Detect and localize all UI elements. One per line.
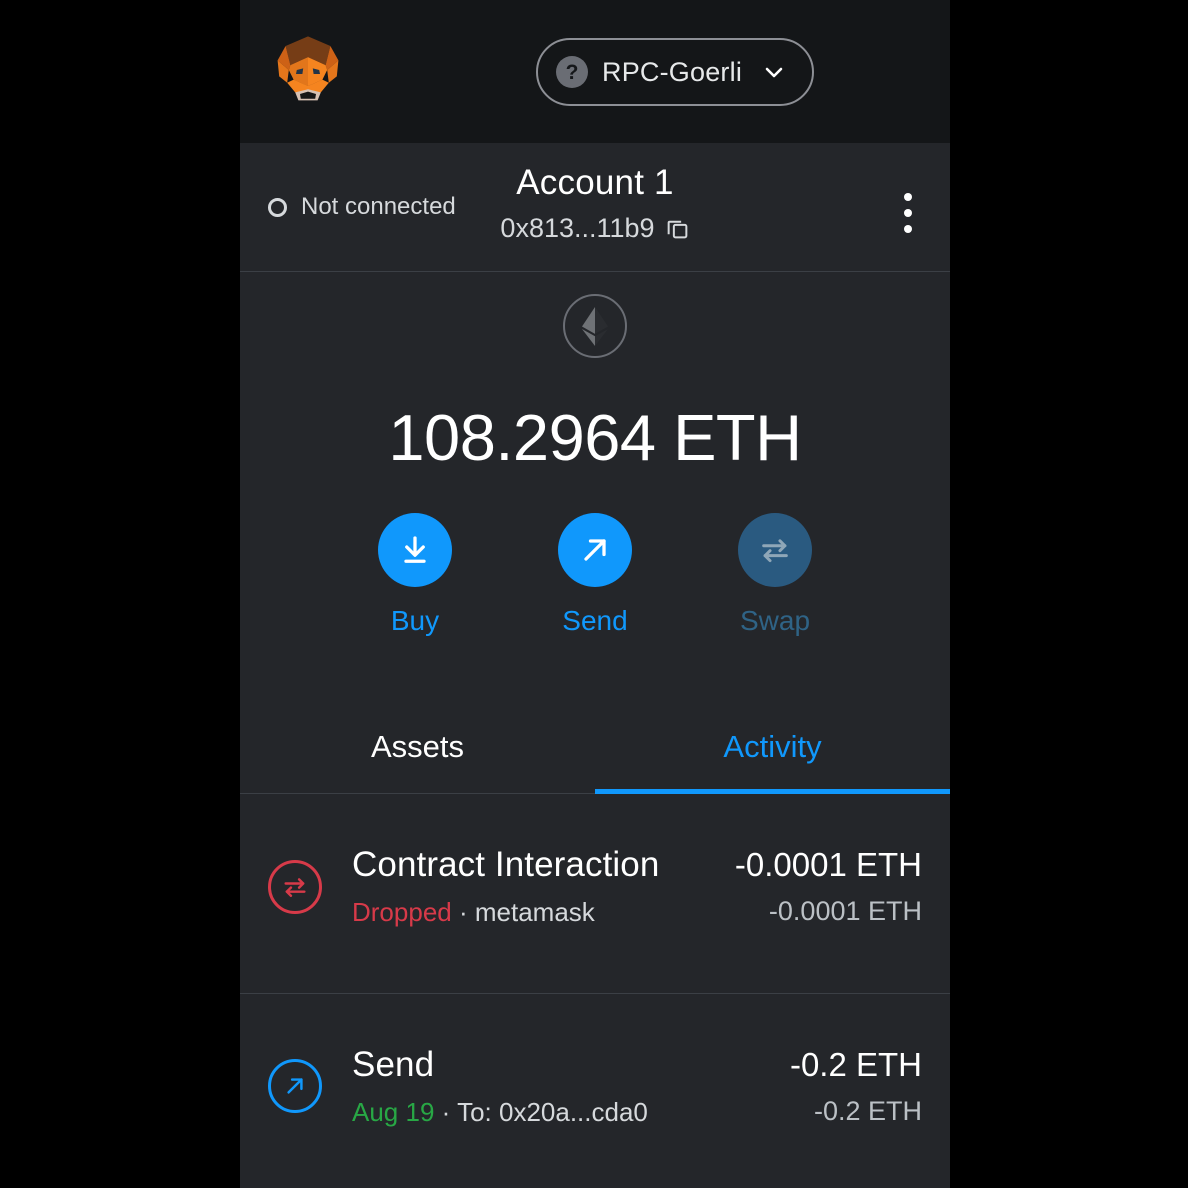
action-buttons: Buy Send Swap (240, 513, 950, 637)
connection-status[interactable]: Not connected (268, 193, 456, 221)
tab-assets-label: Assets (370, 729, 465, 764)
kebab-dot (904, 209, 912, 217)
balance-amount: 108.2964 ETH (388, 401, 802, 474)
buy-button[interactable]: Buy (360, 513, 470, 637)
separator: · (458, 897, 468, 927)
ethereum-diamond-icon (563, 294, 627, 358)
buy-button-label: Buy (390, 605, 440, 636)
transaction-details: Contract Interaction Dropped · metamask (352, 845, 735, 928)
transaction-details: Send Aug 19 · To: 0x20a...cda0 (352, 1045, 790, 1128)
copy-address-button[interactable]: 0x813...11b9 (500, 213, 689, 244)
network-selector-button[interactable]: ? RPC-Goerli (536, 38, 815, 106)
screen: ? RPC-Goerli Not connected Account 1 0x8… (0, 0, 1188, 1188)
transaction-date: Aug 19 (352, 1096, 435, 1127)
swap-arrows-icon (738, 513, 812, 587)
transaction-subtitle: Dropped · metamask (352, 897, 735, 928)
arrow-up-right-icon (558, 513, 632, 587)
table-row[interactable]: Contract Interaction Dropped · metamask … (240, 794, 950, 993)
empty-circle-icon (268, 197, 287, 217)
swap-button-label: Swap (739, 605, 811, 636)
transaction-secondary-amount: -0.2 ETH (813, 1095, 922, 1126)
metamask-fox-logo (268, 30, 348, 110)
metamask-extension-popup: ? RPC-Goerli Not connected Account 1 0x8… (240, 0, 950, 1188)
activity-list: Contract Interaction Dropped · metamask … (240, 794, 950, 1188)
transaction-amounts: -0.0001 ETH -0.0001 ETH (735, 846, 922, 927)
swap-button[interactable]: Swap (720, 513, 830, 637)
scrollbar[interactable] (948, 0, 958, 1188)
network-name-label: RPC-Goerli (602, 56, 743, 87)
status-badge: Dropped (352, 897, 452, 927)
app-header: ? RPC-Goerli (240, 0, 950, 143)
arrow-up-right-icon (268, 1059, 322, 1113)
tab-activity[interactable]: Activity (595, 701, 950, 794)
transaction-subtitle: Aug 19 · To: 0x20a...cda0 (352, 1097, 790, 1128)
separator: · (441, 1096, 451, 1127)
transaction-primary-amount: -0.2 ETH (789, 1045, 922, 1083)
download-arrow-icon (378, 513, 452, 587)
transaction-recipient: To: 0x20a...cda0 (457, 1096, 648, 1127)
send-button-label: Send (562, 605, 628, 636)
wallet-tabs: Assets Activity (240, 701, 950, 794)
transaction-secondary-amount: -0.0001 ETH (768, 896, 922, 926)
chevron-down-icon (765, 67, 783, 78)
connection-status-label: Not connected (301, 193, 456, 220)
tab-assets[interactable]: Assets (240, 701, 595, 793)
table-row[interactable]: Send Aug 19 · To: 0x20a...cda0 -0.2 ETH … (240, 993, 950, 1188)
account-options-menu-button[interactable] (894, 193, 922, 233)
tab-activity-label: Activity (723, 729, 822, 764)
account-address: 0x813...11b9 (500, 213, 655, 243)
transaction-amounts: -0.2 ETH -0.2 ETH (790, 1046, 922, 1127)
swap-arrows-icon (268, 859, 322, 914)
send-button[interactable]: Send (540, 513, 650, 637)
transaction-title: Send (352, 1044, 435, 1084)
kebab-dot (904, 225, 912, 233)
copy-icon (667, 220, 687, 239)
account-header-row: Not connected Account 1 0x813...11b9 (240, 143, 950, 272)
transaction-origin: metamask (474, 897, 595, 927)
balance-section: 108.2964 ETH (240, 272, 950, 475)
transaction-title: Contract Interaction (352, 845, 660, 884)
question-mark-icon: ? (556, 56, 588, 88)
kebab-dot (904, 193, 912, 201)
transaction-primary-amount: -0.0001 ETH (734, 846, 922, 883)
